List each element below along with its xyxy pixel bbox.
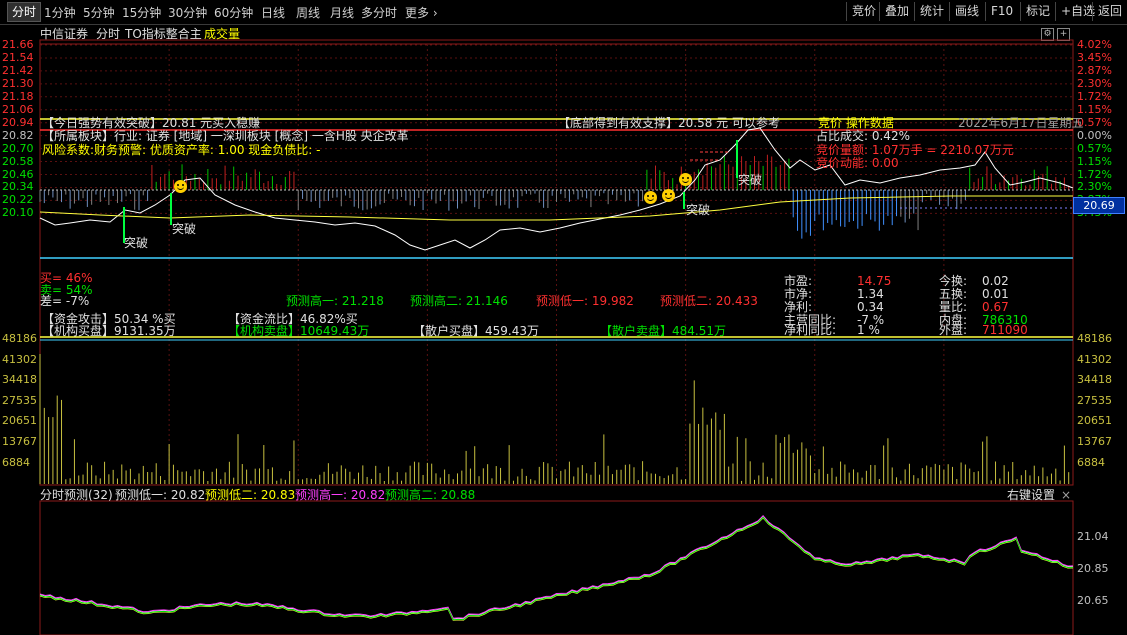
turnover5-label: 五换: — [939, 287, 968, 301]
auction-title: 竞价 操作数据 — [818, 116, 894, 130]
volume-tick: 13767 — [2, 435, 37, 448]
volume-tick-right: 34418 — [1077, 373, 1112, 387]
forecast-high2: 预测高二: 20.88 — [385, 488, 476, 502]
close-icon[interactable]: × — [1061, 488, 1071, 502]
np-label: 净利: — [784, 300, 813, 314]
volume-tick: 48186 — [2, 332, 37, 345]
volume-tick: 20651 — [2, 414, 37, 428]
forecast-high1: 预测高一: 20.82 — [295, 488, 386, 502]
smiley-icon — [679, 173, 692, 186]
turnover-label: 今换: — [939, 274, 968, 288]
pred-low2: 预测低二: 20.433 — [660, 294, 758, 308]
price-tick: 20.58 — [2, 154, 34, 168]
price-tick: 20.82 — [2, 128, 34, 142]
auction-power: 竞价动能: 0.00 — [816, 156, 899, 170]
percent-tick: 2.87% — [1077, 63, 1112, 77]
breakout-label-2: 突破 — [172, 222, 197, 236]
volratio-value: 0.67 — [982, 300, 1009, 314]
percent-tick: 2.30% — [1077, 76, 1112, 90]
price-tick: 21.66 — [2, 38, 34, 51]
np-value: 0.34 — [857, 300, 884, 314]
pe-value: 14.75 — [857, 274, 892, 288]
volume-tick-right: 27535 — [1077, 393, 1112, 407]
price-tick: 20.10 — [2, 206, 34, 220]
auction-amount: 竞价量额: 1.07万手 = 2210.07万元 — [816, 143, 1014, 157]
forecast-tick: 20.65 — [1077, 594, 1109, 607]
npg-value: 1 % — [857, 323, 880, 337]
pb-value: 1.34 — [857, 287, 884, 301]
inst-sell: 【机构卖盘】10649.43万 — [228, 324, 370, 338]
bottom-support-note: 【底部得到有效支撑】20.58 元 可以参考 — [558, 116, 780, 130]
price-tick: 20.94 — [2, 115, 34, 129]
volume-tick-right: 6884 — [1077, 455, 1105, 469]
breakout-label-1: 突破 — [124, 236, 149, 250]
percent-tick: 1.15% — [1077, 154, 1112, 168]
forecast-tick: 21.04 — [1077, 530, 1109, 543]
outer-label: 外盘: — [939, 323, 968, 337]
risk-info: 风险系数:财务预警: 优质资产率: 1.00 现金负债比: - — [42, 143, 321, 157]
percent-tick: 3.45% — [1077, 50, 1112, 64]
date-label: 2022年6月17日星期五 — [958, 116, 1084, 130]
forecast-low1: 预测低一: 20.82 — [115, 488, 206, 502]
strong-breakout-note: 【今日强势有效突破】20.81 元买入稳赚 — [42, 116, 261, 130]
outer-value: 711090 — [982, 323, 1028, 337]
retail-sell: 【散户卖盘】484.51万 — [600, 324, 726, 338]
percent-tick: 4.02% — [1077, 38, 1112, 51]
diff-ratio: 差= -7% — [40, 294, 90, 308]
price-tick: 21.54 — [2, 50, 34, 64]
percent-tick: 0.57% — [1077, 141, 1112, 155]
price-tick: 21.30 — [2, 76, 34, 90]
breakout-label-4: 突破 — [738, 173, 763, 187]
price-tick: 21.42 — [2, 63, 34, 77]
percent-tick: 0.00% — [1077, 128, 1112, 142]
turnover-value: 0.02 — [982, 274, 1009, 288]
volume-tick: 41302 — [2, 352, 37, 366]
price-tick: 20.70 — [2, 141, 34, 155]
forecast-title: 分时预测(32) — [40, 488, 113, 502]
inst-buy: 【机构买盘】9131.35万 — [42, 324, 176, 338]
volume-tick-right: 41302 — [1077, 352, 1112, 366]
pe-label: 市盈: — [784, 274, 813, 288]
forecast-tick: 20.85 — [1077, 562, 1109, 575]
chart-frame — [39, 39, 1074, 486]
pred-low1: 预测低一: 19.982 — [536, 294, 634, 308]
current-price-box: 20.69 — [1073, 197, 1125, 214]
smiley-icon — [644, 191, 657, 204]
forecast-frame — [39, 500, 1074, 635]
price-tick: 21.18 — [2, 89, 34, 103]
volume-tick-right: 20651 — [1077, 414, 1112, 428]
price-tick: 21.06 — [2, 102, 34, 116]
pb-label: 市净: — [784, 287, 813, 301]
volume-tick-right: 13767 — [1077, 435, 1112, 448]
auction-ratio: 占比成交: 0.42% — [816, 129, 910, 143]
forecast-low2: 预测低二: 20.83 — [205, 488, 296, 502]
price-tick: 20.34 — [2, 180, 34, 194]
percent-tick: 1.72% — [1077, 167, 1112, 181]
volume-tick: 6884 — [2, 455, 30, 469]
volume-tick: 27535 — [2, 393, 37, 407]
percent-tick: 1.15% — [1077, 102, 1112, 116]
forecast-high1-line — [39, 515, 1074, 619]
price-tick: 20.22 — [2, 193, 34, 207]
percent-tick: 1.72% — [1077, 89, 1112, 103]
volume-tick: 34418 — [2, 373, 37, 387]
retail-buy: 【散户买盘】459.43万 — [413, 324, 539, 338]
volratio-label: 量比: — [939, 300, 968, 314]
pred-high2: 预测高二: 21.146 — [410, 294, 508, 308]
volume-tick-right: 48186 — [1077, 332, 1112, 345]
npg-label: 净利同比: — [784, 323, 837, 337]
forecast-low1-line — [39, 516, 1074, 620]
pred-high1: 预测高一: 21.218 — [286, 294, 384, 308]
price-tick: 20.46 — [2, 167, 34, 181]
smiley-icon — [174, 180, 187, 193]
percent-tick: 2.30% — [1077, 180, 1112, 194]
sector-info: 【所属板块】行业: 证券 [地域] 一深圳板块 [概念] 一含H股 央企改革 — [42, 129, 409, 143]
smiley-icon — [662, 189, 675, 202]
forecast-settings[interactable]: 右键设置 — [1007, 488, 1055, 502]
turnover5-value: 0.01 — [982, 287, 1009, 301]
breakout-label-3: 突破 — [686, 203, 711, 217]
